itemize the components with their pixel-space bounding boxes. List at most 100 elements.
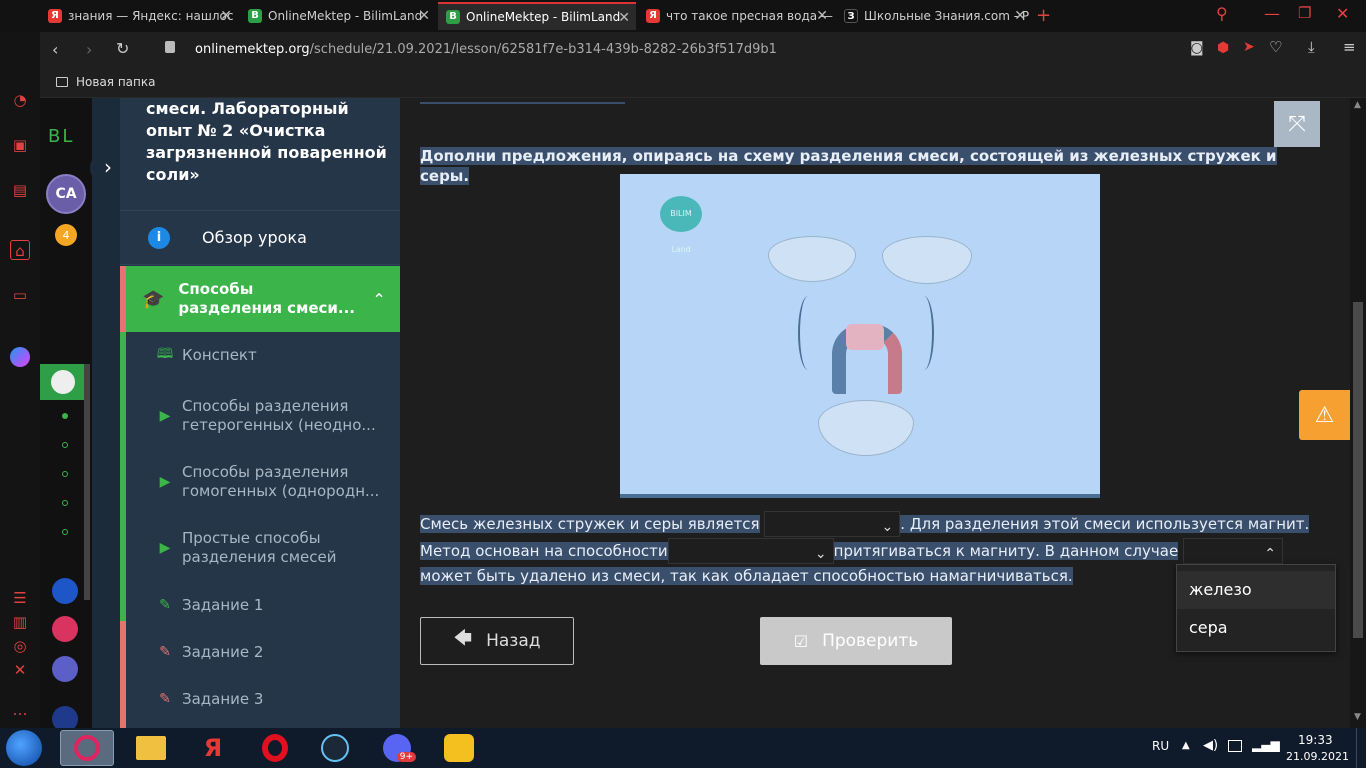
option-item[interactable]: железо [1177,571,1335,609]
close-window-icon[interactable]: ✕ [1336,4,1349,23]
bilim-shop-icon[interactable] [52,616,78,642]
bookmark-folder[interactable]: Новая папка [56,75,155,89]
reload-icon[interactable]: ↻ [116,39,129,58]
adblock-icon[interactable]: ⬢ [1217,40,1229,56]
lesson-item[interactable]: ▶ Простые способы разделения смесей [120,528,400,568]
fullscreen-button[interactable]: ⤧ [1274,101,1320,147]
nav-dot[interactable] [62,529,68,535]
blank-select-2[interactable]: ⌄ [667,538,834,564]
close-icon[interactable]: ✕ [418,8,430,24]
taskbar-opera-active[interactable] [60,730,114,766]
option-item[interactable]: сера [1177,609,1335,647]
cpu-icon[interactable]: ▥ [10,612,30,632]
lesson-item[interactable]: 🕮 Конспект [120,344,400,366]
wifi-icon[interactable]: ☰ [10,588,30,608]
lesson-item[interactable]: ✎ Задание 1 [120,594,400,616]
chevron-up-icon[interactable]: ⌃ [372,290,385,309]
lesson-overview[interactable]: i Обзор урока [120,210,400,265]
onlinemektep-app-icon[interactable] [40,364,86,400]
network-icon[interactable]: ▂▄▆ [1252,738,1280,752]
clock-time[interactable]: 19:33 [1298,733,1333,747]
show-desktop-button[interactable] [1356,728,1366,768]
forward-icon[interactable]: › [86,40,92,59]
tray-arrow-icon[interactable]: ▲ [1182,740,1190,751]
tab-2[interactable]: B OnlineMektep - BilimLand ✕ [240,2,436,30]
speed-dial-icon[interactable]: ◔ [10,90,30,110]
check-button[interactable]: ☑ Проверить [760,617,952,665]
bl-logo[interactable]: BL [48,126,74,147]
lesson-item[interactable]: ▶ Способы разделения гетерогенных (неодно… [120,396,400,436]
heart-icon[interactable]: ♡ [1269,38,1282,56]
menu-icon[interactable]: ≡ [1343,38,1356,56]
blank-select-3-open[interactable]: ⌃ [1182,538,1283,564]
volume-icon[interactable]: ◀) [1203,738,1218,753]
minimize-icon[interactable]: — [1264,4,1280,23]
book-icon: 🕮 [156,346,174,362]
new-tab-icon[interactable]: + [1036,5,1051,26]
notification-badge[interactable]: 4 [55,224,77,246]
tab-5[interactable]: З Школьные Знания.com - Р ✕ [836,2,1032,30]
scroll-down-icon[interactable]: ▼ [1354,712,1361,722]
camera-icon[interactable]: ◙ [1190,40,1204,56]
taskbar-app[interactable] [432,730,486,766]
bowl-iron-left [768,236,856,282]
flow-icon[interactable]: ➤ [1243,39,1255,55]
nav-dot[interactable] [62,442,68,448]
lesson-item[interactable]: ▶ Способы разделения гомогенных (однородн… [120,462,400,502]
clock-date[interactable]: 21.09.2021 [1286,750,1349,763]
bag-icon[interactable]: ▣ [10,135,30,155]
section-header[interactable]: 🎓 Способы разделения смеси... ⌃ [120,266,400,332]
lesson-item[interactable]: ✎ Задание 2 [120,641,400,663]
report-issue-button[interactable]: ⚠ [1299,390,1350,440]
nav-dot[interactable] [62,500,68,506]
taskbar-opera[interactable] [248,730,302,766]
scroll-up-icon[interactable]: ▲ [1354,100,1361,110]
taskbar-discord[interactable]: 9+ [370,730,424,766]
twitch-icon[interactable]: ▤ [10,180,30,200]
back-button[interactable]: 🡄 Назад [420,617,574,665]
language-indicator[interactable]: RU [1152,739,1169,753]
avatar[interactable]: CA [46,174,86,214]
battery-icon[interactable] [1228,740,1242,752]
sidebar-scrollbar[interactable] [84,364,90,600]
sentence-part-4: притягиваться к магниту. В данном случае [833,541,1179,560]
tools-icon[interactable]: ✕ [10,660,30,680]
page-scrollbar[interactable]: ▲ ▼ [1350,98,1366,728]
start-button[interactable] [6,730,42,766]
tab-1[interactable]: Язнания — Яндекс: нашлос ✕ [40,2,238,30]
edit-icon: ✎ [159,597,171,613]
chevron-down-icon: ⌄ [814,546,827,562]
back-icon[interactable]: ‹ [52,40,58,59]
search-tabs-icon[interactable]: ⚲ [1216,4,1228,23]
taskbar: Я 9+ RU ▲ ◀) ▂▄▆ 19:33 21.09.2021 [0,728,1366,768]
hand-icon [846,324,884,350]
url-field[interactable]: onlinemektep.org/schedule/21.09.2021/les… [195,42,777,57]
taskbar-steam[interactable] [308,730,362,766]
lesson-sidebar: смеси. Лабораторный опыт № 2 «Очистка за… [120,98,400,728]
lesson-item-label: Способы разделения гомогенных (однородн.… [182,463,380,500]
taskbar-yandex[interactable]: Я [186,730,240,766]
close-icon[interactable]: ✕ [816,8,828,24]
gamepad-icon[interactable]: ▭ [10,285,30,305]
tab-3-active[interactable]: B OnlineMektep - BilimLand ✕ [438,2,636,30]
nav-dot-active[interactable] [62,413,68,419]
scroll-thumb[interactable] [1353,302,1363,638]
blank-select-1[interactable]: ⌄ [764,511,901,537]
close-icon[interactable]: ✕ [1014,8,1026,24]
home-icon[interactable]: ⌂ [10,240,30,260]
close-icon[interactable]: ✕ [220,8,232,24]
bookmark-label: Новая папка [76,75,156,89]
tab-4[interactable]: Ячто такое пресная вода — ✕ [638,2,834,30]
download-icon[interactable]: ⤓ [1308,38,1315,56]
messenger-icon[interactable] [10,347,30,367]
settings-icon[interactable]: ◎ [10,636,30,656]
taskbar-explorer[interactable] [124,730,178,766]
maximize-icon[interactable]: ❐ [1298,4,1311,22]
more-icon[interactable]: … [10,700,30,720]
close-icon[interactable]: ✕ [618,10,630,26]
nav-dot[interactable] [62,471,68,477]
lesson-item[interactable]: ✎ Задание 3 [120,688,400,710]
bilim-tutor-icon[interactable] [52,578,78,604]
bilim-land-icon[interactable] [52,656,78,682]
bilimland-icon: B [248,9,262,23]
